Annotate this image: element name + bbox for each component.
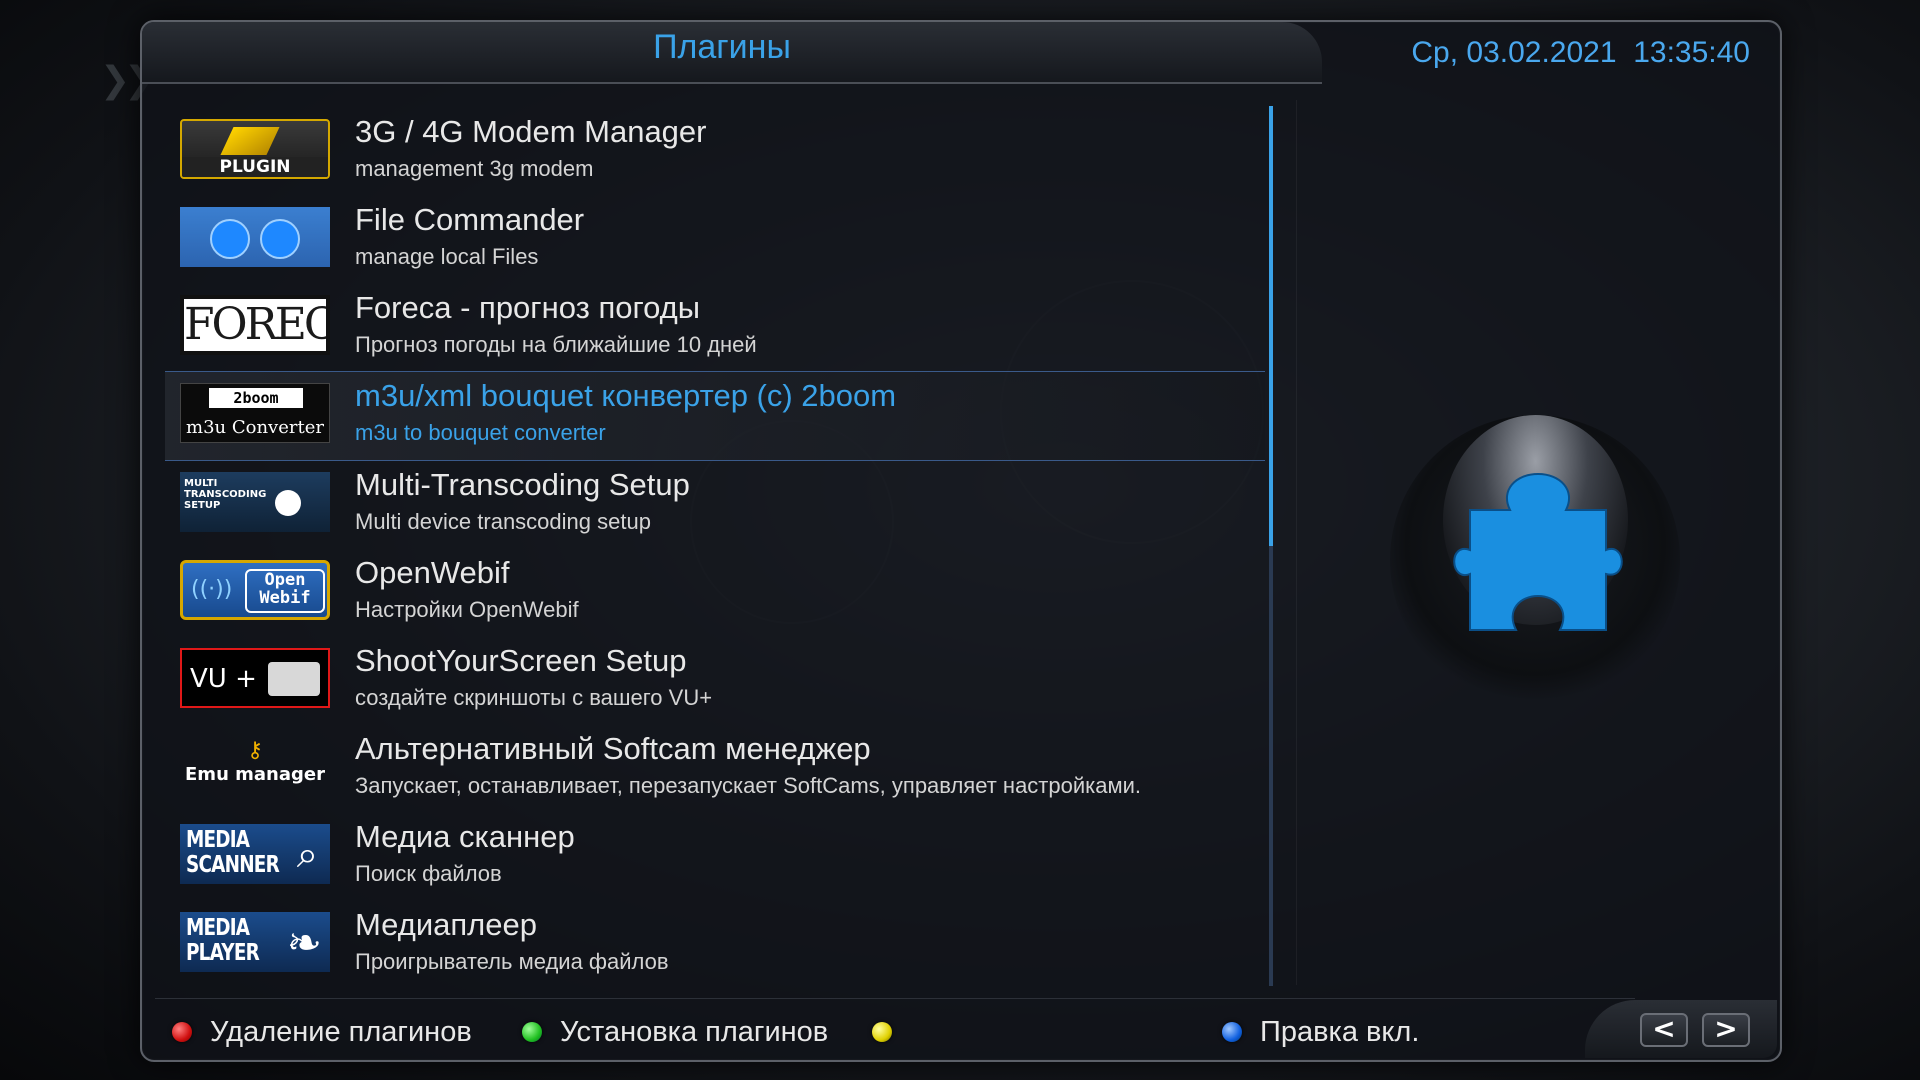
- plugin-title: Медиа сканнер: [355, 819, 575, 854]
- magnifier-icon: MEDIA SCANNER ⌕: [180, 824, 330, 884]
- folder-icon: [180, 207, 330, 267]
- blue-button-label: Правка вкл.: [1260, 1015, 1420, 1048]
- green-button-install-plugins[interactable]: Установка плагинов: [522, 1012, 828, 1052]
- plugin-title: Альтернативный Softcam менеджер: [355, 731, 871, 766]
- next-page-button[interactable]: >: [1702, 1013, 1750, 1047]
- red-button-label: Удаление плагинов: [210, 1015, 472, 1048]
- plugin-description: Запускает, останавливает, перезапускает …: [355, 773, 1142, 798]
- foreca-logo: FORECA: [180, 295, 330, 355]
- film-icon: MEDIA PLAYER ❧: [180, 912, 330, 972]
- plugin-title: 3G / 4G Modem Manager: [355, 114, 707, 149]
- page-title: Плагины: [653, 28, 791, 66]
- plugin-title: Multi-Transcoding Setup: [355, 467, 690, 502]
- plugin-item-file-commander[interactable]: File Commander manage local Files: [165, 196, 1265, 284]
- plugin-item-openwebif[interactable]: ((·)) Open Webif OpenWebif Настройки Ope…: [165, 549, 1265, 637]
- plugin-title: Foreca - прогноз погоды: [355, 290, 701, 325]
- plugin-description: создайте скриншоты с вашего VU+: [355, 685, 713, 710]
- yellow-button[interactable]: [872, 1012, 910, 1052]
- yellow-key-icon: [872, 1022, 892, 1042]
- plugin-description: Поиск файлов: [355, 861, 502, 886]
- transcoding-icon: MULTI TRANSCODING SETUP: [180, 472, 330, 532]
- plugin-title: File Commander: [355, 202, 585, 237]
- plugin-title: m3u/xml bouquet конвертер (c) 2boom: [355, 378, 897, 413]
- plugin-title: ShootYourScreen Setup: [355, 643, 687, 678]
- blue-button-edit[interactable]: Правка вкл.: [1222, 1012, 1419, 1052]
- red-key-icon: [172, 1022, 192, 1042]
- puzzle-piece-icon: [1453, 472, 1623, 631]
- plugin-description: Настройки OpenWebif: [355, 597, 579, 622]
- panel-divider: [1296, 100, 1297, 985]
- blue-key-icon: [1222, 1022, 1242, 1042]
- plugin-icon: PLUGIN: [180, 119, 330, 179]
- green-key-icon: [522, 1022, 542, 1042]
- plugin-item-media-player[interactable]: MEDIA PLAYER ❧ Медиаплеер Проигрыватель …: [165, 901, 1265, 989]
- plugin-item-m3u-converter[interactable]: 2boom m3u Converter m3u/xml bouquet конв…: [165, 371, 1265, 461]
- plugin-list: PLUGIN 3G / 4G Modem Manager management …: [165, 108, 1265, 989]
- plugin-title: Медиаплеер: [355, 907, 537, 942]
- plugin-description: m3u to bouquet converter: [355, 420, 606, 445]
- plugin-description: management 3g modem: [355, 156, 594, 181]
- plugin-title: OpenWebif: [355, 555, 510, 590]
- scrollbar-thumb[interactable]: [1269, 106, 1273, 546]
- openwebif-logo: ((·)) Open Webif: [180, 560, 330, 620]
- plugin-item-multi-transcoding[interactable]: MULTI TRANSCODING SETUP Multi-Transcodin…: [165, 461, 1265, 549]
- previous-page-button[interactable]: <: [1640, 1013, 1688, 1047]
- plugin-item-modem-manager[interactable]: PLUGIN 3G / 4G Modem Manager management …: [165, 108, 1265, 196]
- plugin-item-softcam-manager[interactable]: ⚷ Emu manager Альтернативный Softcam мен…: [165, 725, 1265, 813]
- footer-separator: [155, 998, 1635, 999]
- plugin-description: Multi device transcoding setup: [355, 509, 651, 534]
- plugin-description: Проигрыватель медиа файлов: [355, 949, 669, 974]
- key-icon: ⚷ Emu manager: [185, 737, 325, 785]
- date-time-clock: Ср, 03.02.2021 13:35:40: [1411, 36, 1750, 69]
- green-button-label: Установка плагинов: [560, 1015, 829, 1048]
- list-scrollbar[interactable]: [1269, 106, 1273, 986]
- m3u-converter-logo: 2boom m3u Converter: [180, 383, 330, 443]
- red-button-delete-plugins[interactable]: Удаление плагинов: [172, 1012, 472, 1052]
- plugin-description: Прогноз погоды на ближайшие 10 дней: [355, 332, 757, 357]
- plugin-item-shootyourscreen[interactable]: VU + ShootYourScreen Setup создайте скри…: [165, 637, 1265, 725]
- camera-icon: VU +: [180, 648, 330, 708]
- plugin-description: manage local Files: [355, 244, 539, 269]
- plugin-item-media-scanner[interactable]: MEDIA SCANNER ⌕ Медиа сканнер Поиск файл…: [165, 813, 1265, 901]
- plugin-item-foreca[interactable]: FORECA Foreca - прогноз погоды Прогноз п…: [165, 284, 1265, 372]
